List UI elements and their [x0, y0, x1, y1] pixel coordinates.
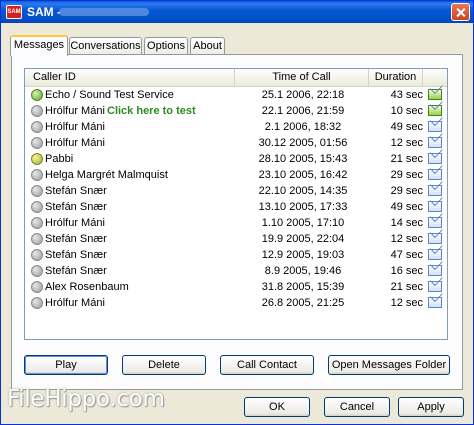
list-item[interactable]: Alex Rosenbaum 31.8 2005, 15:39 21 sec — [25, 279, 447, 295]
contact-status-icon — [31, 121, 43, 133]
duration-cell: 43 sec — [390, 89, 423, 101]
contact-status-icon — [31, 169, 43, 181]
contact-status-icon — [31, 185, 43, 197]
tab-options[interactable]: Options — [144, 37, 188, 55]
time-of-call-cell: 2.1 2006, 18:32 — [264, 121, 342, 133]
caller-id-cell: Pabbi — [45, 153, 74, 165]
test-hint-label: Click here to test — [107, 105, 196, 117]
list-item[interactable]: Hrólfur Máni 22.1 2006, 21:59 10 sec Click … — [25, 103, 447, 119]
tab-conversations[interactable]: Conversations — [69, 37, 142, 55]
contact-status-icon — [31, 281, 43, 293]
time-of-call-cell: 8.9 2005, 19:46 — [264, 265, 342, 277]
list-item[interactable]: Pabbi 28.10 2005, 15:43 21 sec — [25, 151, 447, 167]
contact-status-icon — [31, 265, 43, 277]
play-button[interactable]: Play — [24, 355, 108, 375]
duration-cell: 10 sec — [390, 105, 423, 117]
apply-button[interactable]: Apply — [398, 397, 464, 417]
time-of-call-cell: 19.9 2005, 22:04 — [261, 233, 345, 245]
contact-status-icon — [31, 201, 43, 213]
caller-id-cell: Hrólfur Máni — [45, 217, 105, 229]
delete-button[interactable]: Delete — [122, 355, 206, 375]
duration-cell: 49 sec — [390, 121, 423, 133]
list-item[interactable]: Echo / Sound Test Service 25.1 2006, 22:1… — [25, 87, 447, 103]
cancel-button[interactable]: Cancel — [324, 397, 390, 417]
duration-cell: 14 sec — [390, 217, 423, 229]
caller-id-cell: Stefán Snær — [45, 233, 107, 245]
tab-about[interactable]: About — [190, 37, 225, 55]
time-of-call-cell: 22.10 2005, 14:35 — [258, 185, 348, 197]
duration-cell: 47 sec — [390, 249, 423, 261]
caller-id-cell: Hrólfur Máni — [45, 121, 105, 133]
list-item[interactable]: Hrólfur Máni 26.8 2005, 21:25 12 sec — [25, 295, 447, 311]
caller-id-cell: Hrólfur Máni — [45, 297, 105, 309]
time-of-call-cell: 30.12 2005, 01:56 — [258, 137, 348, 149]
close-icon[interactable] — [451, 3, 470, 21]
sam-window: SAM SAM - Messages Conversations Options… — [0, 0, 474, 425]
contact-status-icon — [31, 233, 43, 245]
call-contact-button[interactable]: Call Contact — [220, 355, 314, 375]
contact-status-icon — [31, 249, 43, 261]
list-item[interactable]: Helga Margrét Malmquist 23.10 2005, 16:42… — [25, 167, 447, 183]
duration-cell: 21 sec — [390, 281, 423, 293]
contact-status-icon — [31, 89, 43, 101]
duration-cell: 12 sec — [390, 137, 423, 149]
duration-cell: 49 sec — [390, 201, 423, 213]
time-of-call-cell: 26.8 2005, 21:25 — [261, 297, 345, 309]
time-of-call-cell: 25.1 2006, 22:18 — [261, 89, 345, 101]
list-item[interactable]: Stefán Snær 12.9 2005, 19:03 47 sec — [25, 247, 447, 263]
title-bar[interactable]: SAM SAM - — [1, 1, 473, 23]
caller-id-cell: Alex Rosenbaum — [45, 281, 129, 293]
time-of-call-cell: 31.8 2005, 15:39 — [261, 281, 345, 293]
time-of-call-cell: 13.10 2005, 17:33 — [258, 201, 348, 213]
time-of-call-cell: 28.10 2005, 15:43 — [258, 153, 348, 165]
contact-status-icon — [31, 217, 43, 229]
list-header: Caller ID Time of Call Duration — [25, 69, 447, 87]
duration-cell: 12 sec — [390, 233, 423, 245]
contact-status-icon — [31, 137, 43, 149]
caller-id-cell: Echo / Sound Test Service — [45, 89, 174, 101]
window-title: SAM - — [27, 5, 61, 19]
duration-cell: 29 sec — [390, 169, 423, 181]
read-message-icon — [428, 297, 442, 308]
list-item[interactable]: Hrólfur Máni 1.10 2005, 17:10 14 sec — [25, 215, 447, 231]
column-caller-id[interactable]: Caller ID — [25, 69, 235, 86]
duration-cell: 29 sec — [390, 185, 423, 197]
list-item[interactable]: Stefán Snær 22.10 2005, 14:35 29 sec — [25, 183, 447, 199]
caller-id-cell: Stefán Snær — [45, 185, 107, 197]
filehippo-watermark: FileHippo.com — [7, 386, 165, 412]
caller-id-cell: Helga Margrét Malmquist — [45, 169, 168, 181]
time-of-call-cell: 12.9 2005, 19:03 — [261, 249, 345, 261]
time-of-call-cell: 22.1 2006, 21:59 — [261, 105, 345, 117]
contact-status-icon — [31, 153, 43, 165]
sam-app-icon: SAM — [6, 5, 22, 19]
list-item[interactable]: Stefán Snær 13.10 2005, 17:33 49 sec — [25, 199, 447, 215]
open-messages-folder-button[interactable]: Open Messages Folder — [328, 355, 450, 375]
duration-cell: 16 sec — [390, 265, 423, 277]
ok-button[interactable]: OK — [244, 397, 310, 417]
caller-id-cell: Hrólfur Máni — [45, 137, 105, 149]
contact-status-icon — [31, 105, 43, 117]
contact-status-icon — [31, 297, 43, 309]
messages-panel: Caller ID Time of Call Duration Echo / S… — [11, 54, 463, 390]
column-duration[interactable]: Duration — [369, 69, 423, 86]
caller-id-cell: Stefán Snær — [45, 249, 107, 261]
list-item[interactable]: Stefán Snær 8.9 2005, 19:46 16 sec — [25, 263, 447, 279]
messages-list[interactable]: Caller ID Time of Call Duration Echo / S… — [24, 68, 448, 340]
duration-cell: 21 sec — [390, 153, 423, 165]
time-of-call-cell: 23.10 2005, 16:42 — [258, 169, 348, 181]
caller-id-cell: Stefán Snær — [45, 265, 107, 277]
tab-messages[interactable]: Messages — [10, 35, 68, 56]
list-item[interactable]: Hrólfur Máni 2.1 2006, 18:32 49 sec — [25, 119, 447, 135]
caller-id-cell: Stefán Snær — [45, 201, 107, 213]
list-item[interactable]: Stefán Snær 19.9 2005, 22:04 12 sec — [25, 231, 447, 247]
duration-cell: 12 sec — [390, 297, 423, 309]
time-of-call-cell: 1.10 2005, 17:10 — [261, 217, 345, 229]
column-time-of-call[interactable]: Time of Call — [235, 69, 369, 86]
blurred-title-text — [59, 8, 149, 16]
list-item[interactable]: Hrólfur Máni 30.12 2005, 01:56 12 sec — [25, 135, 447, 151]
